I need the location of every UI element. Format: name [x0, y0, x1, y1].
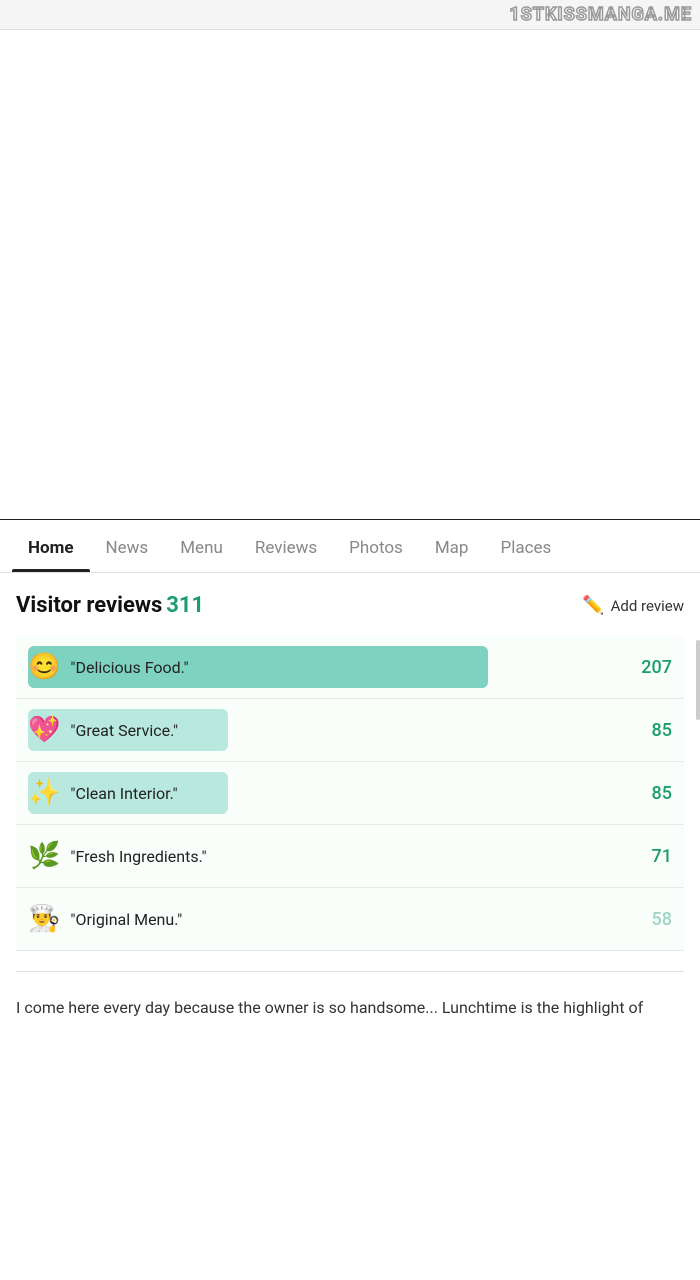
review-label: "Fresh Ingredients." [70, 847, 206, 866]
review-count: 85 [632, 783, 672, 804]
reviews-title: Visitor reviews [16, 593, 162, 618]
review-item-left: 👨‍🍳 "Original Menu." [28, 904, 632, 934]
section-divider [16, 971, 684, 972]
reviews-header: Visitor reviews 311 ✏️ Add review [16, 593, 684, 618]
review-label: "Clean Interior." [70, 784, 177, 803]
tab-map[interactable]: Map [419, 520, 485, 572]
nav-tabs: Home News Menu Reviews Photos Map Places [0, 520, 700, 573]
review-count: 207 [632, 657, 672, 678]
add-review-label: Add review [611, 597, 684, 615]
review-item-left: 💖 "Great Service." [28, 715, 632, 745]
tab-photos[interactable]: Photos [333, 520, 419, 572]
review-count: 71 [632, 846, 672, 867]
review-emoji: 😊 [28, 652, 60, 682]
tab-news[interactable]: News [90, 520, 165, 572]
review-label: "Delicious Food." [70, 658, 188, 677]
review-item[interactable]: ✨ "Clean Interior." 85 [16, 762, 684, 825]
review-item-left: ✨ "Clean Interior." [28, 778, 632, 808]
reviews-title-group: Visitor reviews 311 [16, 593, 204, 618]
watermark-strip: 1STKISSMANGA.ME [0, 0, 700, 30]
review-emoji: 💖 [28, 715, 60, 745]
tab-places[interactable]: Places [484, 520, 567, 572]
review-emoji: 🌿 [28, 841, 60, 871]
scrollbar[interactable] [696, 640, 700, 720]
review-items-list: 😊 "Delicious Food." 207 💖 "Great Service… [16, 636, 684, 951]
review-label: "Great Service." [70, 721, 178, 740]
reviews-count: 311 [166, 593, 204, 618]
review-count: 85 [632, 720, 672, 741]
review-item[interactable]: 😊 "Delicious Food." 207 [16, 636, 684, 699]
review-item[interactable]: 💖 "Great Service." 85 [16, 699, 684, 762]
review-label: "Original Menu." [70, 910, 182, 929]
review-item-left: 😊 "Delicious Food." [28, 652, 632, 682]
pencil-icon: ✏️ [582, 595, 604, 616]
ad-banner [0, 30, 700, 520]
main-content: Visitor reviews 311 ✏️ Add review 😊 "Del… [0, 573, 700, 1044]
tab-reviews[interactable]: Reviews [239, 520, 333, 572]
review-snippet: I come here every day because the owner … [16, 992, 684, 1024]
site-watermark: 1STKISSMANGA.ME [509, 4, 692, 25]
review-count: 58 [632, 909, 672, 930]
tab-menu[interactable]: Menu [164, 520, 239, 572]
review-emoji: 👨‍🍳 [28, 904, 60, 934]
review-item[interactable]: 🌿 "Fresh Ingredients." 71 [16, 825, 684, 888]
review-emoji: ✨ [28, 778, 60, 808]
tab-home[interactable]: Home [12, 520, 90, 572]
add-review-button[interactable]: ✏️ Add review [582, 595, 684, 616]
review-item[interactable]: 👨‍🍳 "Original Menu." 58 [16, 888, 684, 951]
review-item-left: 🌿 "Fresh Ingredients." [28, 841, 632, 871]
